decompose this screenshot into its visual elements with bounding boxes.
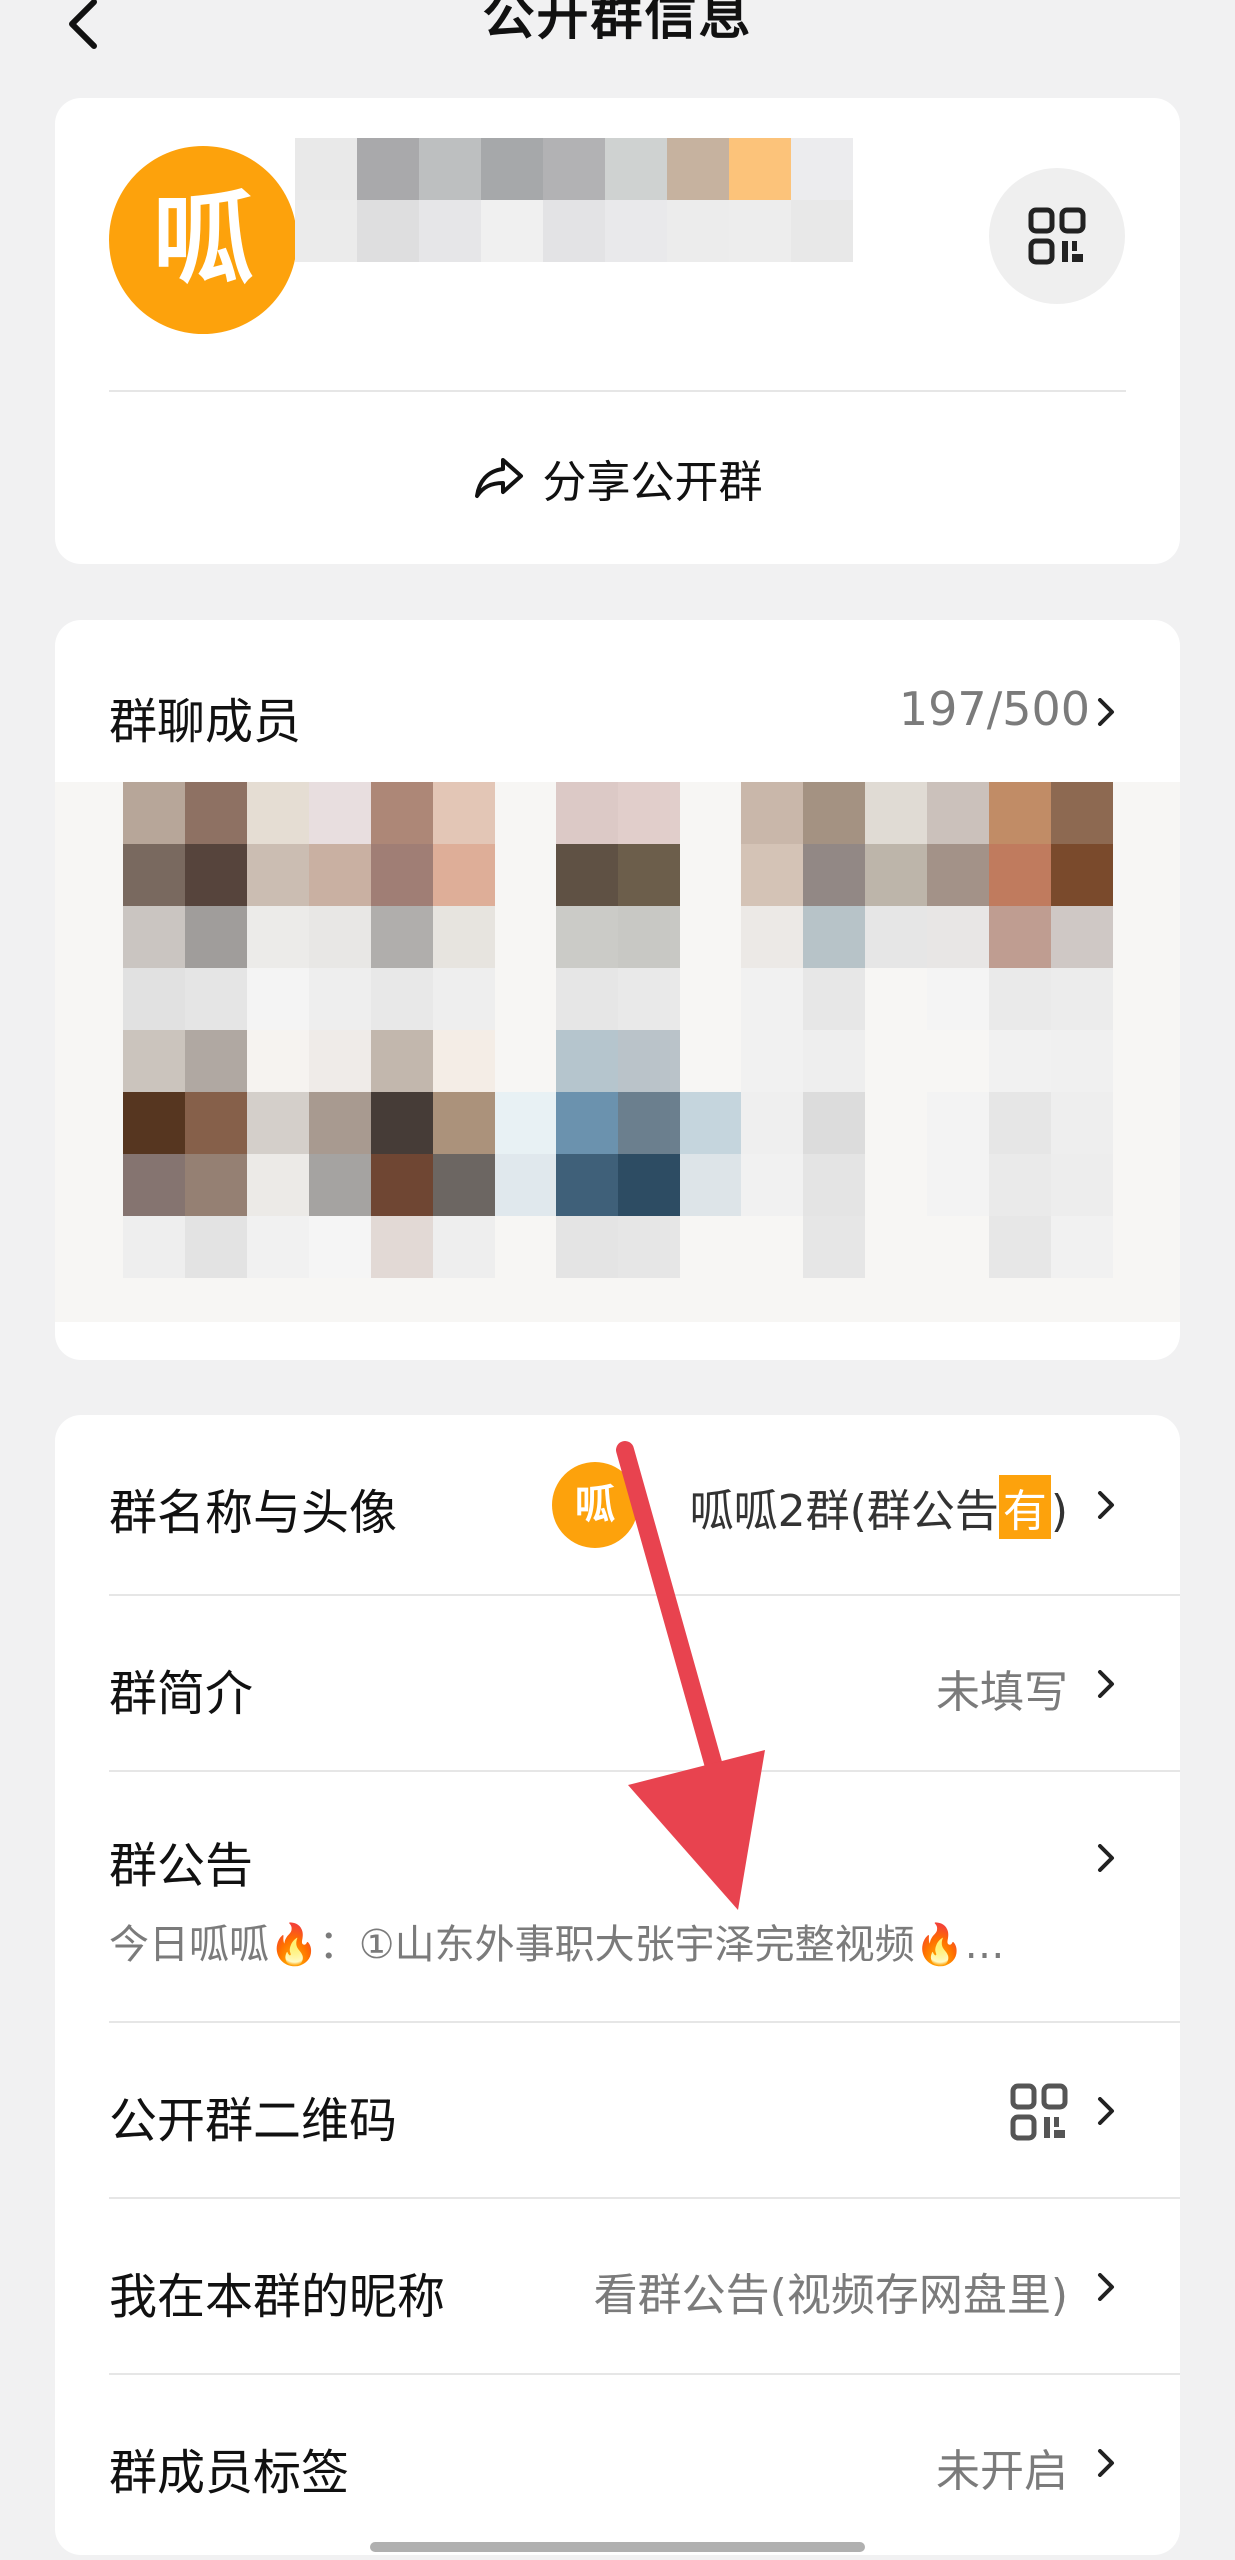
chevron-right-icon: [1098, 1844, 1114, 1872]
public-qr-label: 公开群二维码: [109, 2093, 398, 2149]
group-avatar[interactable]: 呱: [109, 146, 297, 334]
top-bar: 公开群信息: [0, 0, 1235, 90]
chevron-right-icon: [1098, 1670, 1114, 1698]
share-group-button[interactable]: 分享公开群: [55, 438, 1180, 518]
qr-code-button[interactable]: [989, 168, 1125, 304]
share-icon: [474, 458, 523, 498]
row-member-tags[interactable]: 群成员标签 未开启: [109, 2375, 1180, 2550]
qr-code-icon: [1010, 2083, 1068, 2141]
member-tags-label: 群成员标签: [109, 2445, 350, 2501]
share-label: 分享公开群: [542, 457, 763, 508]
group-intro-label: 群简介: [109, 1666, 254, 1722]
chevron-right-icon: [1098, 1491, 1114, 1519]
group-name-label: 群名称与头像: [109, 1485, 398, 1541]
chevron-right-icon: [1098, 2273, 1114, 2301]
my-nickname-value: 看群公告(视频存网盘里): [593, 2270, 1068, 2321]
row-my-nickname[interactable]: 我在本群的昵称 看群公告(视频存网盘里): [109, 2199, 1180, 2375]
row-public-qr[interactable]: 公开群二维码: [109, 2023, 1180, 2199]
divider: [109, 390, 1126, 392]
members-card: 群聊成员 197/500: [55, 620, 1180, 1360]
qr-code-icon: [1028, 207, 1086, 265]
blurred-group-name: [295, 138, 853, 262]
group-intro-value: 未填写: [936, 1667, 1068, 1718]
chevron-right-icon: [1098, 2449, 1114, 2477]
my-nickname-label: 我在本群的昵称: [109, 2269, 446, 2325]
page-title: 公开群信息: [482, 0, 753, 47]
member-tags-value: 未开启: [936, 2446, 1068, 2497]
member-avatars-blurred[interactable]: [55, 782, 1180, 1322]
red-arrow-annotation: [616, 1441, 765, 1910]
group-notice-preview: 今日呱呱🔥：①山东外事职大张宇泽完整视频🔥…: [109, 1922, 1005, 1968]
member-count[interactable]: 197/500: [899, 682, 1090, 736]
group-profile-card: 呱 分享公开群: [55, 98, 1180, 564]
group-notice-label: 群公告: [109, 1838, 254, 1894]
chevron-right-icon: [1098, 2097, 1114, 2125]
notice-tag: 有: [998, 1475, 1051, 1539]
home-indicator: [370, 2542, 865, 2552]
chevron-right-icon[interactable]: [1092, 698, 1120, 726]
members-title: 群聊成员: [109, 694, 302, 750]
